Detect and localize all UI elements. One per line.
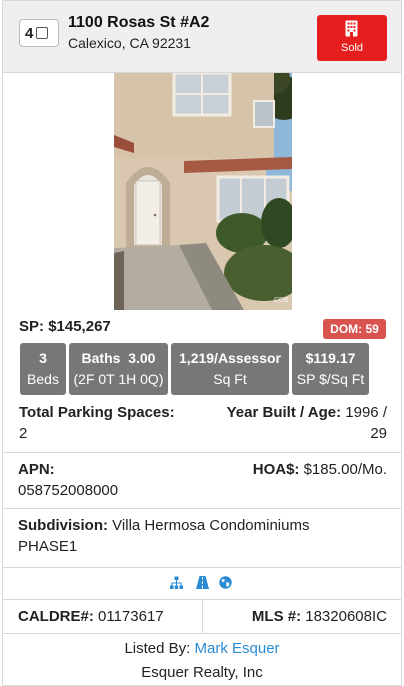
subdivision-value: Villa Hermosa Condominiums — [112, 517, 310, 534]
sold-status-label: Sold — [340, 42, 364, 54]
address-city: Calexico, CA 92231 — [68, 35, 191, 51]
listed-by-label: Listed By: — [124, 640, 191, 657]
caldre: CALDRE#: 01173617 — [18, 606, 164, 627]
map-links-row — [3, 567, 401, 599]
stat-beds-value: 3 — [39, 350, 47, 366]
photo-watermark: CDB — [274, 297, 289, 304]
stat-beds-label: Beds — [27, 371, 59, 387]
listing-header: 4 1100 Rosas St #A2 Calexico, CA 92231 S… — [3, 1, 401, 73]
sold-price: SP: $145,267 — [19, 318, 111, 335]
license-divider — [202, 600, 203, 634]
stat-sqft-label: Sq Ft — [213, 371, 247, 387]
stat-sqft-value: 1,219/Assessor — [179, 350, 281, 366]
listed-by: Listed By: Mark Esquer Esquer Realty, In… — [3, 637, 401, 685]
parking-label: Total Parking Spaces: — [19, 404, 175, 421]
checkbox-icon[interactable] — [36, 27, 49, 39]
mls-number: MLS #: 18320608IC — [252, 606, 387, 627]
sitemap-icon[interactable] — [170, 576, 183, 589]
stat-price-per-sqft: $119.17 SP $/Sq Ft — [292, 343, 369, 395]
road-icon[interactable] — [196, 576, 209, 589]
address-street[interactable]: 1100 Rosas St #A2 — [68, 14, 209, 32]
listed-by-row: Listed By: Mark Esquer Esquer Realty, In… — [3, 633, 401, 686]
apn-hoa-row: APN: 058752008000 HOA$: $185.00/Mo. — [3, 452, 401, 508]
stat-sqft: 1,219/Assessor Sq Ft — [171, 343, 289, 395]
mls-label: MLS #: — [251, 608, 302, 625]
stat-price-per-sqft-value: $119.17 — [305, 350, 356, 366]
apn-label: APN: — [18, 461, 55, 478]
subdivision-row: Subdivision: Villa Hermosa Condominiums … — [3, 508, 401, 567]
age-value: 29 — [370, 425, 387, 442]
listing-card: 4 1100 Rosas St #A2 Calexico, CA 92231 S… — [2, 0, 402, 686]
year-built-value: 1996 / — [345, 404, 387, 421]
license-row: CALDRE#: 01173617 MLS #: 18320608IC — [3, 599, 401, 634]
year-built: Year Built / Age: 1996 / 29 — [189, 402, 387, 444]
stat-baths: Baths 3.00 (2F 0T 1H 0Q) — [69, 343, 168, 395]
parking-value: 2 — [19, 425, 28, 442]
parking-spaces: Total Parking Spaces: 2 — [19, 402, 189, 444]
agent-name-link[interactable]: Mark Esquer — [195, 640, 280, 657]
year-built-label: Year Built / Age: — [226, 404, 342, 421]
apn-value: 058752008000 — [18, 482, 119, 499]
caldre-value: 01173617 — [98, 608, 164, 625]
days-on-market-badge: DOM: 59 — [323, 319, 386, 339]
stat-baths-breakdown: (2F 0T 1H 0Q) — [73, 371, 164, 387]
sold-price-label: SP: — [19, 318, 45, 335]
sold-price-value: $145,267 — [48, 318, 111, 335]
subdivision: Subdivision: Villa Hermosa Condominiums … — [18, 515, 388, 557]
apn: APN: 058752008000 — [18, 459, 118, 501]
listing-number: 4 — [25, 24, 34, 42]
sold-status-button[interactable]: Sold — [317, 15, 387, 61]
stat-price-per-sqft-label: SP $/Sq Ft — [296, 371, 365, 387]
subdivision-value-cont: PHASE1 — [18, 538, 78, 555]
hoa-value: $185.00/Mo. — [303, 461, 387, 478]
brokerage-name: Esquer Realty, Inc — [141, 664, 263, 681]
subdivision-label: Subdivision: — [18, 517, 108, 534]
mls-value: 18320608IC — [305, 608, 387, 625]
hoa-label: HOA$: — [252, 461, 300, 478]
select-listing-checkbox[interactable]: 4 — [19, 19, 59, 47]
property-photo[interactable]: CDB — [114, 73, 292, 310]
hoa-fee: HOA$: $185.00/Mo. — [253, 459, 387, 480]
building-icon — [345, 20, 358, 37]
stat-baths-value: Baths 3.00 — [81, 350, 156, 366]
globe-icon[interactable] — [219, 576, 232, 589]
stat-beds: 3 Beds — [20, 343, 66, 395]
caldre-label: CALDRE#: — [18, 608, 94, 625]
